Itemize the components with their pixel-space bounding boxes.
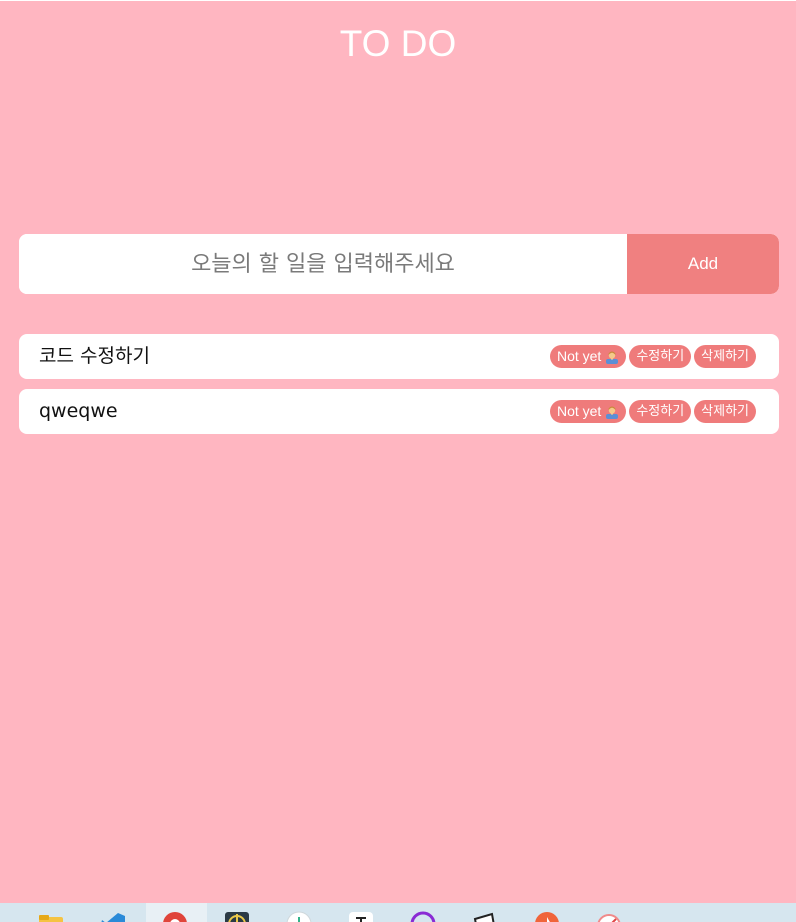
todo-actions: Not yet 수정하기 삭제하기 (549, 400, 756, 423)
todo-text: qweqwe (39, 400, 118, 422)
todo-form: Add (19, 234, 779, 294)
todo-text: 코드 수정하기 (39, 345, 150, 367)
todo-item: 코드 수정하기 Not yet 수정하기 삭제하기 (19, 334, 779, 379)
todo-actions: Not yet 수정하기 삭제하기 (549, 345, 756, 368)
app-icon[interactable] (410, 911, 436, 922)
app-icon[interactable] (286, 911, 312, 922)
status-button[interactable]: Not yet (549, 345, 627, 368)
person-icon (606, 351, 619, 364)
taskbar (0, 903, 796, 922)
todo-list: 코드 수정하기 Not yet 수정하기 삭제하기 qweqwe Not yet… (19, 334, 779, 444)
status-label: Not yet (556, 348, 602, 364)
file-explorer-icon[interactable] (38, 911, 64, 922)
todo-input[interactable] (19, 234, 627, 294)
chrome-icon[interactable] (162, 911, 188, 922)
app-icon[interactable] (596, 911, 622, 922)
delete-button[interactable]: 삭제하기 (694, 400, 756, 423)
person-icon (606, 406, 619, 419)
delete-button[interactable]: 삭제하기 (694, 345, 756, 368)
edit-button[interactable]: 수정하기 (629, 400, 692, 423)
app-background: TO DO Add 코드 수정하기 Not yet 수정하기 삭제하기 (0, 1, 796, 903)
app-icon[interactable] (472, 911, 498, 922)
app-icon[interactable] (348, 911, 374, 922)
page-title: TO DO (339, 23, 457, 64)
vscode-icon[interactable] (100, 911, 126, 922)
status-label: Not yet (556, 403, 602, 419)
app-icon[interactable] (534, 911, 560, 922)
status-button[interactable]: Not yet (549, 400, 627, 423)
todo-item: qweqwe Not yet 수정하기 삭제하기 (19, 389, 779, 434)
app-icon[interactable] (224, 911, 250, 922)
edit-button[interactable]: 수정하기 (629, 345, 692, 368)
add-button[interactable]: Add (627, 234, 779, 294)
